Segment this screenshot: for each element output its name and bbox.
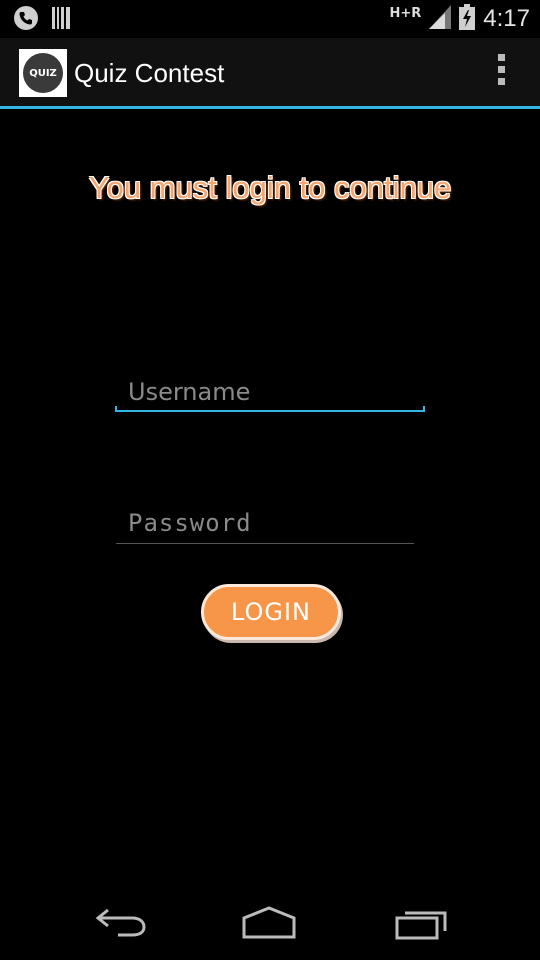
status-clock: 4:17	[483, 5, 530, 32]
battery-charging-icon	[459, 4, 476, 34]
home-icon[interactable]	[240, 904, 298, 944]
status-bar: H+R 4:17	[0, 0, 540, 38]
overflow-menu-icon[interactable]	[496, 54, 506, 90]
signal-icon	[429, 5, 452, 33]
phone-icon	[14, 6, 38, 34]
password-input[interactable]	[116, 503, 414, 543]
username-input-underline	[115, 406, 425, 412]
navigation-bar	[0, 880, 540, 960]
network-type-label: H+R	[389, 5, 422, 21]
barcode-icon	[52, 7, 70, 33]
recents-icon[interactable]	[394, 904, 450, 944]
app-logo: QUIZ	[19, 49, 67, 97]
login-button[interactable]: LOGIN	[201, 584, 341, 640]
login-prompt-heading: You must login to continue	[88, 170, 452, 205]
app-title: Quiz Contest	[74, 58, 225, 88]
action-bar: QUIZ Quiz Contest	[0, 38, 540, 109]
back-icon[interactable]	[94, 904, 148, 944]
app-logo-badge: QUIZ	[23, 53, 63, 93]
password-input-underline	[116, 543, 414, 544]
username-input[interactable]	[116, 372, 425, 412]
app-logo-text: QUIZ	[29, 67, 57, 79]
